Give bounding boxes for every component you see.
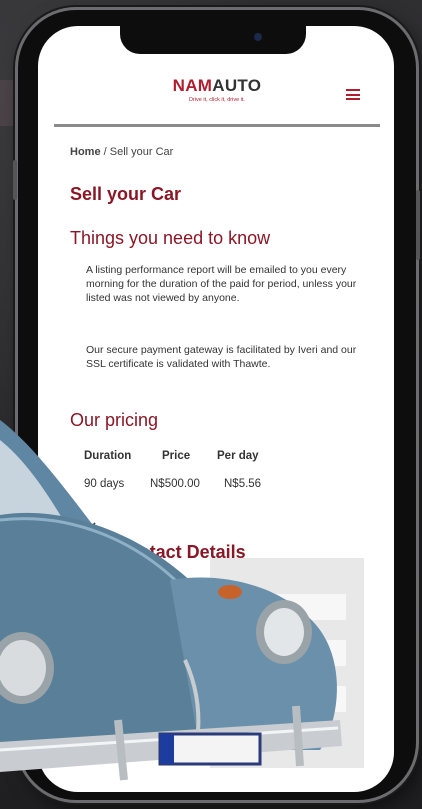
car-right-headlight-glass — [264, 608, 304, 656]
breadcrumb: Home / Sell your Car — [70, 146, 370, 158]
info-paragraph-payment: Our secure payment gateway is facilitate… — [86, 344, 357, 370]
logo-text-nam: NAM — [172, 76, 213, 95]
info-paragraph-report: A listing performance report will be ema… — [86, 264, 357, 304]
vintage-car-illustration — [0, 420, 342, 781]
camera-icon — [254, 33, 262, 41]
main-content: Home / Sell your Car Sell your Car Thing… — [70, 146, 370, 562]
breadcrumb-home-link[interactable]: Home — [70, 146, 101, 158]
logo-text-auto: AUTO — [212, 76, 262, 95]
breadcrumb-current: Sell your Car — [109, 146, 174, 158]
hamburger-menu-icon[interactable] — [346, 89, 360, 100]
header-divider — [54, 124, 380, 127]
page-title: Sell your Car — [70, 184, 182, 204]
breadcrumb-separator: / — [100, 146, 110, 158]
section-heading-need-to-know: Things you need to know — [70, 228, 271, 248]
car-left-headlight-glass — [0, 640, 46, 696]
logo-tagline: Drive it, click it, drive it. — [189, 97, 245, 103]
site-header: NAMAUTO Drive it, click it, drive it. — [38, 76, 394, 124]
site-logo[interactable]: NAMAUTO Drive it, click it, drive it. — [162, 76, 272, 103]
phone-volume-button — [13, 160, 17, 200]
phone-power-button — [416, 190, 420, 260]
phone-notch — [120, 24, 306, 54]
car-license-plate — [158, 732, 262, 766]
car-indicator-light — [218, 585, 242, 599]
car-license-plate-band — [160, 734, 174, 764]
car-bumper-guard — [292, 705, 304, 767]
